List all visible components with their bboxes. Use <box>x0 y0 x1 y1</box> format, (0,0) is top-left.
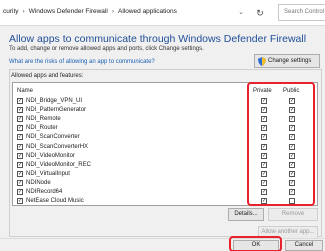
breadcrumb: curity › Windows Defender Firewall › Allowed… <box>3 8 177 15</box>
app-name: NDI_Bridge_VPN_UI <box>26 98 83 104</box>
app-enabled-checkbox[interactable]: ✓ <box>17 107 23 114</box>
app-name: NDI_PatternGenerator <box>26 107 87 114</box>
app-name: NDI_Remote <box>26 116 61 123</box>
app-name: NDINode <box>26 179 51 186</box>
remove-button[interactable]: Remove <box>268 208 318 221</box>
breadcrumb-item-allowed-apps[interactable]: Allowed applications <box>118 8 177 15</box>
page-title: Allow apps to communicate through Window… <box>9 33 307 45</box>
highlight-ok-button <box>229 236 282 251</box>
chevron-right-icon: › <box>22 8 25 15</box>
details-button[interactable]: Details... <box>228 208 264 221</box>
app-enabled-checkbox[interactable]: ✓ <box>17 152 23 159</box>
app-name: NDI_ScanConverter <box>26 134 80 141</box>
app-name: NDI_ScanConverterHX <box>26 143 89 150</box>
app-enabled-checkbox[interactable]: ✓ <box>17 116 23 123</box>
search-input[interactable]: Search Control <box>278 4 325 21</box>
app-name: NDI_VideoMonitor_REC <box>26 161 91 168</box>
chevron-down-icon[interactable]: ⌄ <box>234 6 248 20</box>
app-enabled-checkbox[interactable]: ✓ <box>17 198 23 205</box>
app-name: NetEase Cloud Music <box>26 198 84 205</box>
highlight-checkbox-columns <box>247 82 315 206</box>
breadcrumb-item-security[interactable]: curity <box>3 8 19 15</box>
address-bar[interactable]: curity › Windows Defender Firewall › Allowed… <box>0 0 325 26</box>
app-enabled-checkbox[interactable]: ✓ <box>17 170 23 177</box>
chevron-right-icon: › <box>111 8 114 15</box>
breadcrumb-item-firewall[interactable]: Windows Defender Firewall <box>29 8 108 15</box>
app-enabled-checkbox[interactable]: ✓ <box>17 125 23 132</box>
app-enabled-checkbox[interactable]: ✓ <box>17 143 23 150</box>
app-enabled-checkbox[interactable]: ✓ <box>17 134 23 141</box>
app-name: NDI_VirtualInput <box>26 170 70 177</box>
change-settings-button[interactable]: Change settings <box>254 54 320 68</box>
refresh-icon[interactable]: ↻ <box>253 6 267 20</box>
page-subtitle: To add, change or remove allowed apps an… <box>9 46 204 52</box>
change-settings-label: Change settings <box>268 58 312 64</box>
app-name: NDI_VideoMonitor <box>26 152 75 159</box>
app-enabled-checkbox[interactable]: ✓ <box>17 161 23 168</box>
risks-link[interactable]: What are the risks of allowing an app to… <box>9 59 155 65</box>
uac-shield-icon <box>258 57 266 66</box>
app-enabled-checkbox[interactable]: ✓ <box>17 98 23 104</box>
group-label: Allowed apps and features: <box>11 73 84 79</box>
app-enabled-checkbox[interactable]: ✓ <box>17 189 23 195</box>
cancel-button[interactable]: Cancel <box>285 240 323 251</box>
column-header-name[interactable]: Name <box>17 88 33 94</box>
app-enabled-checkbox[interactable]: ✓ <box>17 179 23 186</box>
app-name: NDI_Router <box>26 125 58 132</box>
app-name: NDIRecord64 <box>26 189 63 195</box>
